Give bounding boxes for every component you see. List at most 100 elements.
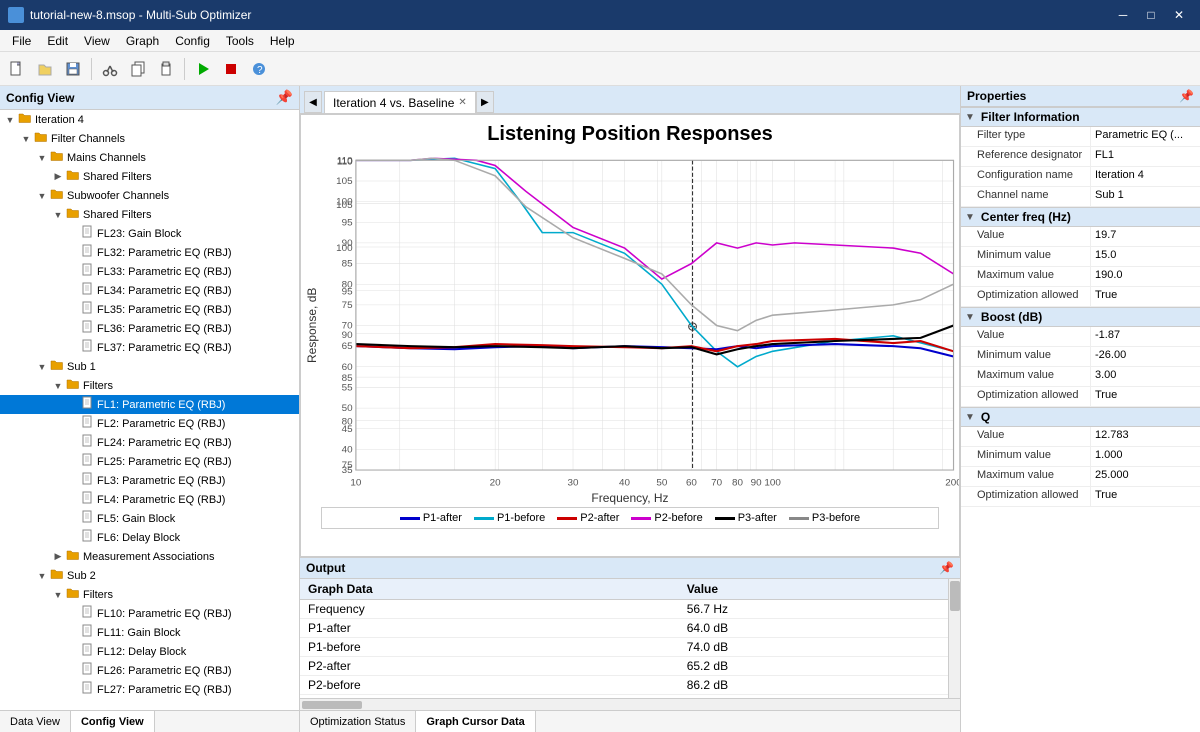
tree-node-fl6[interactable]: FL6: Delay Block (0, 528, 299, 547)
tree-node-sub2[interactable]: ▼Sub 2 (0, 566, 299, 585)
tree-node-fl23[interactable]: FL23: Gain Block (0, 224, 299, 243)
tree-node-fl35[interactable]: FL35: Parametric EQ (RBJ) (0, 300, 299, 319)
tree-node-fl32[interactable]: FL32: Parametric EQ (RBJ) (0, 243, 299, 262)
expand-icon-fl36 (66, 321, 82, 337)
tree-node-fl34[interactable]: FL34: Parametric EQ (RBJ) (0, 281, 299, 300)
expand-icon-sharedfilters2: ▼ (50, 207, 66, 223)
pin-icon[interactable]: 📌 (276, 89, 293, 106)
output-row-value: 86.2 dB (679, 676, 948, 695)
output-h-scrollbar[interactable] (300, 698, 960, 710)
tree-node-filterchannels[interactable]: ▼Filter Channels (0, 129, 299, 148)
tree-node-fl27[interactable]: FL27: Parametric EQ (RBJ) (0, 680, 299, 699)
tree-node-fl24[interactable]: FL24: Parametric EQ (RBJ) (0, 433, 299, 452)
tree-node-fl37[interactable]: FL37: Parametric EQ (RBJ) (0, 338, 299, 357)
tree-node-sub1[interactable]: ▼Sub 1 (0, 357, 299, 376)
node-label-fl34: FL34: Parametric EQ (RBJ) (97, 285, 231, 297)
file-icon-fl6 (82, 529, 94, 546)
expand-icon-fl10 (66, 606, 82, 622)
tab-nav-right[interactable]: ▶ (476, 91, 494, 113)
tree-node-subwoofer[interactable]: ▼Subwoofer Channels (0, 186, 299, 205)
tab-config-view[interactable]: Config View (71, 711, 155, 732)
tree-node-sharedfilters2[interactable]: ▼Shared Filters (0, 205, 299, 224)
tree-node-filters2[interactable]: ▼Filters (0, 585, 299, 604)
menu-edit[interactable]: Edit (39, 30, 76, 51)
properties-pin-icon[interactable]: 📌 (1179, 89, 1194, 103)
prop-val-1-1: 15.0 (1091, 247, 1200, 266)
tree-node-fl26[interactable]: FL26: Parametric EQ (RBJ) (0, 661, 299, 680)
menu-graph[interactable]: Graph (118, 30, 167, 51)
tab-iteration4[interactable]: Iteration 4 vs. Baseline ✕ (324, 91, 476, 113)
prop-section-header-1[interactable]: ▼Center freq (Hz) (961, 207, 1200, 227)
tree-node-fl4[interactable]: FL4: Parametric EQ (RBJ) (0, 490, 299, 509)
tree-node-fl33[interactable]: FL33: Parametric EQ (RBJ) (0, 262, 299, 281)
file-icon-fl10 (82, 605, 94, 622)
toolbar-paste[interactable] (153, 56, 179, 82)
tab-optimization-status[interactable]: Optimization Status (300, 711, 416, 732)
toolbar-new[interactable] (4, 56, 30, 82)
tree-node-fl12[interactable]: FL12: Delay Block (0, 642, 299, 661)
prop-section-header-3[interactable]: ▼Q (961, 407, 1200, 427)
tree-node-sharedfilters1[interactable]: ▶Shared Filters (0, 167, 299, 186)
expand-icon-fl24 (66, 435, 82, 451)
tree-node-fl10[interactable]: FL10: Parametric EQ (RBJ) (0, 604, 299, 623)
toolbar-cut[interactable] (97, 56, 123, 82)
expand-icon-fl35 (66, 302, 82, 318)
toolbar-copy[interactable] (125, 56, 151, 82)
node-label-sub2: Sub 2 (67, 570, 96, 582)
node-label-fl33: FL33: Parametric EQ (RBJ) (97, 266, 231, 278)
file-icon-fl5 (82, 510, 94, 527)
node-label-mains: Mains Channels (67, 152, 146, 164)
tree-node-mains[interactable]: ▼Mains Channels (0, 148, 299, 167)
tree-node-fl25[interactable]: FL25: Parametric EQ (RBJ) (0, 452, 299, 471)
toolbar-stop[interactable] (218, 56, 244, 82)
output-scroll-content: Graph Data Value Frequency56.7 HzP1-afte… (300, 579, 948, 698)
table-row: P1-after64.0 dB (300, 619, 948, 638)
tree-node-measassoc1[interactable]: ▶Measurement Associations (0, 547, 299, 566)
menu-file[interactable]: File (4, 30, 39, 51)
tab-nav-left[interactable]: ◀ (304, 91, 322, 113)
toolbar-save[interactable] (60, 56, 86, 82)
minimize-button[interactable]: ─ (1110, 5, 1136, 25)
file-icon-fl35 (82, 301, 94, 318)
menu-tools[interactable]: Tools (218, 30, 262, 51)
toolbar-play[interactable] (190, 56, 216, 82)
svg-text:55: 55 (342, 383, 353, 394)
title-bar-controls[interactable]: ─ □ ✕ (1110, 5, 1192, 25)
svg-text:60: 60 (686, 478, 697, 489)
prop-section-header-0[interactable]: ▼Filter Information (961, 107, 1200, 127)
expand-icon-fl26 (66, 663, 82, 679)
toolbar-help[interactable]: ? (246, 56, 272, 82)
tab-data-view[interactable]: Data View (0, 711, 71, 732)
tree-node-iteration4[interactable]: ▼Iteration 4 (0, 110, 299, 129)
tab-close-icon[interactable]: ✕ (458, 97, 466, 108)
tree-node-fl2[interactable]: FL2: Parametric EQ (RBJ) (0, 414, 299, 433)
menu-view[interactable]: View (76, 30, 118, 51)
legend-p1-before: P1-before (474, 512, 545, 524)
prop-row-0-1: Reference designatorFL1 (961, 147, 1200, 167)
svg-text:30: 30 (568, 478, 579, 489)
tree-node-fl3[interactable]: FL3: Parametric EQ (RBJ) (0, 471, 299, 490)
maximize-button[interactable]: □ (1138, 5, 1164, 25)
tab-bar: ◀ Iteration 4 vs. Baseline ✕ ▶ (300, 86, 960, 114)
prop-section-header-2[interactable]: ▼Boost (dB) (961, 307, 1200, 327)
tree-node-fl5[interactable]: FL5: Gain Block (0, 509, 299, 528)
title-bar-title: tutorial-new-8.msop - Multi-Sub Optimize… (30, 8, 251, 22)
tree-node-fl1[interactable]: FL1: Parametric EQ (RBJ) (0, 395, 299, 414)
tab-graph-cursor-data[interactable]: Graph Cursor Data (416, 711, 535, 732)
toolbar-open[interactable] (32, 56, 58, 82)
tree-container[interactable]: ▼Iteration 4▼Filter Channels▼Mains Chann… (0, 110, 299, 710)
table-row: P2-before86.2 dB (300, 676, 948, 695)
menu-help[interactable]: Help (262, 30, 303, 51)
file-icon-fl36 (82, 320, 94, 337)
tree-node-filters1[interactable]: ▼Filters (0, 376, 299, 395)
file-icon-fl27 (82, 681, 94, 698)
menu-config[interactable]: Config (167, 30, 218, 51)
svg-text:90: 90 (751, 478, 762, 489)
tree-node-fl36[interactable]: FL36: Parametric EQ (RBJ) (0, 319, 299, 338)
output-scrollbar[interactable] (948, 579, 960, 698)
output-pin-icon[interactable]: 📌 (939, 561, 954, 575)
prop-row-0-0: Filter typeParametric EQ (... (961, 127, 1200, 147)
svg-text:70: 70 (711, 478, 722, 489)
tree-node-fl11[interactable]: FL11: Gain Block (0, 623, 299, 642)
close-button[interactable]: ✕ (1166, 5, 1192, 25)
